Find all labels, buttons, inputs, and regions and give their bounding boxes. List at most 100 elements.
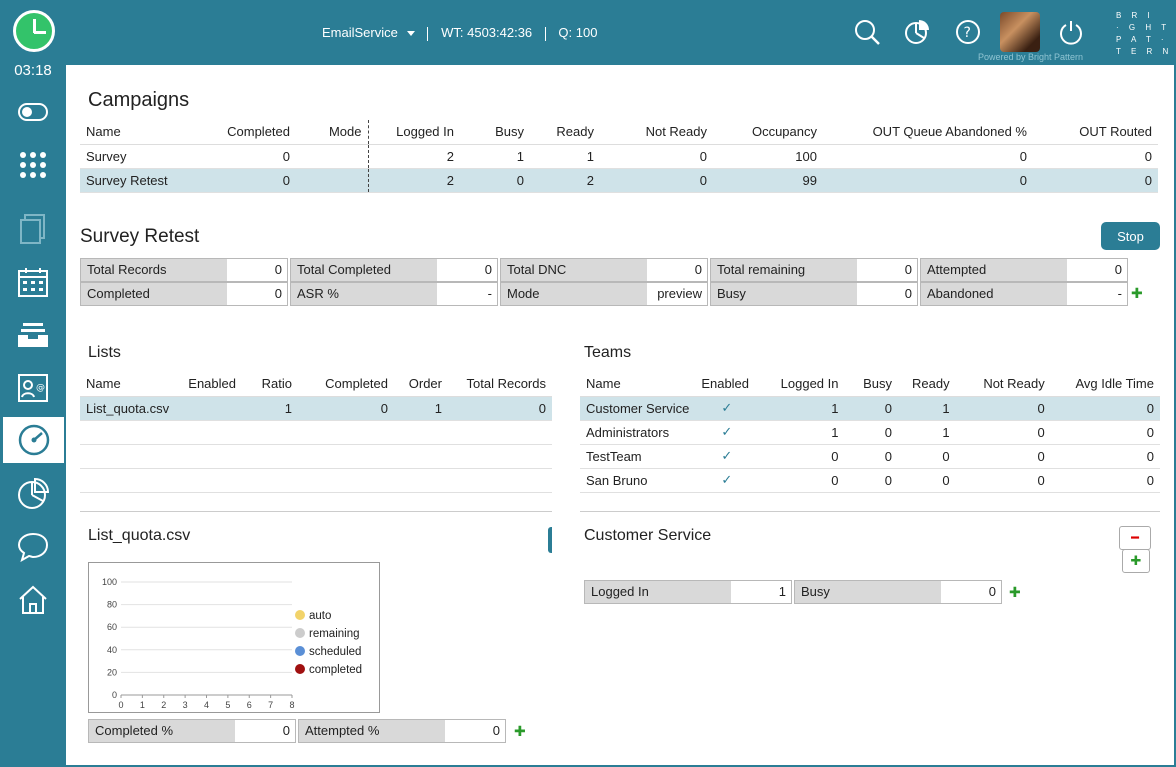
y-tick-label: 60 — [107, 622, 117, 632]
col-avg-idle-time[interactable]: Avg Idle Time — [1050, 372, 1160, 397]
inbox-icon[interactable] — [0, 312, 66, 358]
check-icon: ✓ — [695, 396, 762, 421]
y-tick-label: 0 — [112, 690, 117, 700]
table-row — [80, 444, 552, 469]
documents-icon[interactable] — [0, 206, 66, 252]
table-row — [80, 468, 552, 493]
dialpad-icon[interactable] — [0, 142, 66, 188]
service-selector[interactable]: EmailService — [322, 25, 415, 40]
powered-by: Powered by Bright Pattern — [978, 52, 1084, 62]
add-stat-icon[interactable]: ✚ — [1131, 285, 1143, 302]
stop-button[interactable]: Stop — [1101, 222, 1160, 250]
col-busy[interactable]: Busy — [460, 120, 530, 145]
x-tick-label: 3 — [183, 700, 188, 710]
x-tick-label: 7 — [268, 700, 273, 710]
gauge-icon[interactable] — [3, 417, 64, 463]
x-tick-label: 8 — [289, 700, 294, 710]
col-not-ready[interactable]: Not Ready — [955, 372, 1051, 397]
table-row[interactable]: San Bruno ✓ 0 0 0 0 0 — [580, 468, 1160, 493]
table-row[interactable]: Survey Retest 0 2 0 2 0 99 0 0 — [80, 168, 1158, 193]
col-mode[interactable]: Mode — [296, 120, 369, 145]
col-name[interactable]: Name — [80, 372, 178, 397]
col-not-ready[interactable]: Not Ready — [600, 120, 713, 145]
queue-count: Q: 100 — [558, 25, 598, 40]
col-order[interactable]: Order — [394, 372, 448, 397]
reports-icon[interactable] — [904, 19, 930, 45]
col-name[interactable]: Name — [80, 120, 190, 145]
col-out-queue-abandoned[interactable]: OUT Queue Abandoned % — [823, 120, 1033, 145]
col-ratio[interactable]: Ratio — [242, 372, 298, 397]
col-logged-in[interactable]: Logged In — [368, 120, 460, 145]
col-busy[interactable]: Busy — [844, 372, 898, 397]
check-icon: ✓ — [695, 468, 762, 493]
app-window: 03:18 @ EmailService WT: 4503:42:36 Q: 1… — [0, 0, 1176, 767]
search-icon[interactable] — [854, 19, 880, 45]
x-tick-label: 5 — [225, 700, 230, 710]
status-timer: 03:18 — [14, 62, 52, 79]
y-tick-label: 40 — [107, 645, 117, 655]
check-icon: ✓ — [695, 444, 762, 469]
legend-swatch-auto — [295, 610, 305, 620]
legend-swatch-completed — [295, 664, 305, 674]
avatar[interactable] — [1000, 12, 1040, 52]
teams-table: Name Enabled Logged In Busy Ready Not Re… — [580, 372, 1160, 493]
col-total-records[interactable]: Total Records — [448, 372, 552, 397]
campaign-detail-title: Survey Retest — [80, 226, 200, 247]
teams-title: Teams — [584, 344, 632, 361]
table-row[interactable]: List_quota.csv 1 0 1 0 — [80, 396, 552, 421]
legend-swatch-scheduled — [295, 646, 305, 656]
col-out-routed[interactable]: OUT Routed — [1033, 120, 1158, 145]
agent-status-bar: EmailService WT: 4503:42:36 Q: 100 — [322, 25, 597, 41]
col-completed[interactable]: Completed — [298, 372, 394, 397]
clock-icon[interactable] — [13, 10, 55, 52]
svg-text:?: ? — [964, 25, 971, 41]
table-row[interactable]: Administrators ✓ 1 0 1 0 0 — [580, 420, 1160, 445]
bright-pattern-logo: B R I · G H T P A T · T E R N — [1116, 11, 1173, 56]
add-stat-icon[interactable]: ✚ — [1009, 584, 1021, 601]
add-stat-icon[interactable]: ✚ — [514, 723, 526, 740]
main-content: Campaigns Name Completed Mode Logged In … — [66, 65, 1174, 765]
stats-row-1: Total Records 0 Total Completed 0 Total DN… — [80, 258, 1130, 282]
service-name: EmailService — [322, 25, 398, 40]
col-logged-in[interactable]: Logged In — [761, 372, 845, 397]
y-tick-label: 100 — [102, 577, 117, 587]
toggle-icon[interactable] — [0, 89, 66, 135]
pie-chart-icon[interactable] — [0, 471, 66, 517]
remove-panel-button[interactable]: ━ — [1119, 526, 1151, 550]
col-ready[interactable]: Ready — [530, 120, 600, 145]
x-tick-label: 2 — [161, 700, 166, 710]
legend-swatch-remaining — [295, 628, 305, 638]
home-icon[interactable] — [0, 577, 66, 623]
campaigns-table: Name Completed Mode Logged In Busy Ready… — [80, 120, 1158, 193]
lists-table: Name Enabled Ratio Completed Order Total… — [80, 372, 552, 493]
legend-label-scheduled: scheduled — [309, 646, 361, 658]
lists-title: Lists — [88, 344, 121, 361]
table-row[interactable]: Survey 0 2 1 1 0 100 0 0 — [80, 144, 1158, 169]
team-stats-row: Logged In 1 Busy 0 — [584, 580, 1004, 604]
table-row[interactable]: Customer Service ✓ 1 0 1 0 0 — [580, 396, 1160, 421]
sidebar: 03:18 @ — [0, 0, 66, 767]
x-tick-label: 4 — [204, 700, 209, 710]
power-icon[interactable] — [1058, 19, 1084, 45]
add-panel-button[interactable]: ✚ — [1122, 549, 1150, 573]
legend-label-auto: auto — [309, 610, 331, 622]
col-occupancy[interactable]: Occupancy — [713, 120, 823, 145]
x-tick-label: 1 — [140, 700, 145, 710]
calendar-icon[interactable] — [0, 259, 66, 305]
col-enabled[interactable]: Enabled — [178, 372, 242, 397]
list-stats-row: Completed % 0 Attempted % 0 — [88, 719, 508, 743]
col-enabled[interactable]: Enabled — [695, 372, 762, 397]
wait-time: WT: 4503:42:36 — [441, 25, 533, 40]
help-icon[interactable]: ? — [955, 19, 981, 45]
y-tick-label: 20 — [107, 667, 117, 677]
contact-card-icon[interactable]: @ — [0, 365, 66, 411]
col-name[interactable]: Name — [580, 372, 696, 397]
legend-label-remaining: remaining — [309, 628, 360, 640]
col-ready[interactable]: Ready — [897, 372, 956, 397]
campaigns-title: Campaigns — [88, 89, 190, 111]
chat-icon[interactable] — [0, 524, 66, 570]
col-completed[interactable]: Completed — [190, 120, 296, 145]
panel-edge-handle[interactable] — [548, 527, 552, 553]
table-row[interactable]: TestTeam ✓ 0 0 0 0 0 — [580, 444, 1160, 469]
chevron-down-icon — [406, 31, 415, 37]
